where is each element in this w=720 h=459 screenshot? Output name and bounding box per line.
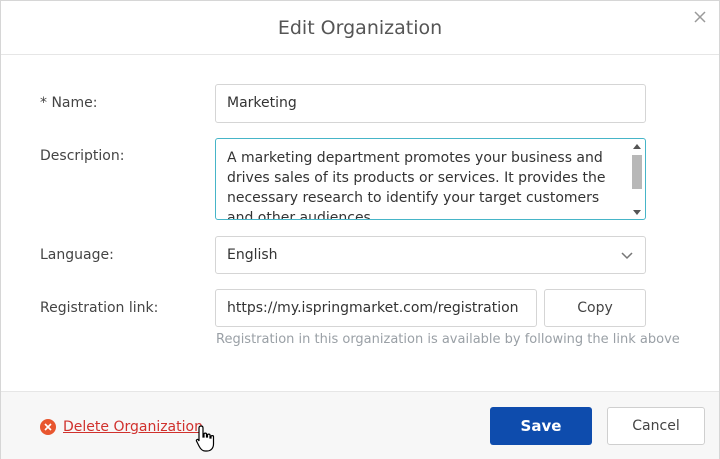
delete-organization-label: Delete Organization	[63, 419, 203, 435]
description-textarea[interactable]: A marketing department promotes your bus…	[215, 138, 646, 220]
scroll-up-icon[interactable]	[633, 144, 641, 149]
name-label: * Name:	[40, 95, 98, 111]
registration-link-label: Registration link:	[40, 300, 159, 316]
copy-button[interactable]: Copy	[544, 289, 646, 327]
dialog-header: Edit Organization	[1, 1, 719, 55]
delete-circle-icon	[40, 419, 56, 435]
hand-cursor-icon	[195, 425, 215, 452]
close-icon[interactable]	[693, 10, 707, 24]
language-select[interactable]: English	[215, 236, 646, 274]
save-button[interactable]: Save	[490, 407, 592, 445]
dialog-body: * Name: Marketing Description: A marketi…	[1, 55, 719, 391]
language-value: English	[227, 247, 278, 263]
language-label: Language:	[40, 247, 114, 263]
registration-hint: Registration in this organization is ava…	[216, 332, 680, 347]
scroll-thumb[interactable]	[632, 155, 642, 189]
delete-organization-link[interactable]: Delete Organization	[40, 419, 203, 435]
description-label: Description:	[40, 148, 125, 164]
edit-organization-dialog: Edit Organization * Name: Marketing Desc…	[0, 0, 720, 459]
registration-link-input[interactable]: https://my.ispringmarket.com/registratio…	[215, 289, 537, 327]
description-scrollbar[interactable]	[631, 141, 643, 217]
chevron-down-icon	[621, 252, 633, 260]
cancel-button[interactable]: Cancel	[607, 407, 705, 445]
name-input[interactable]: Marketing	[215, 84, 646, 123]
scroll-down-icon[interactable]	[633, 210, 641, 215]
description-text: A marketing department promotes your bus…	[227, 150, 606, 220]
dialog-footer: Delete Organization Save Cancel	[1, 391, 719, 459]
dialog-title: Edit Organization	[277, 16, 443, 39]
